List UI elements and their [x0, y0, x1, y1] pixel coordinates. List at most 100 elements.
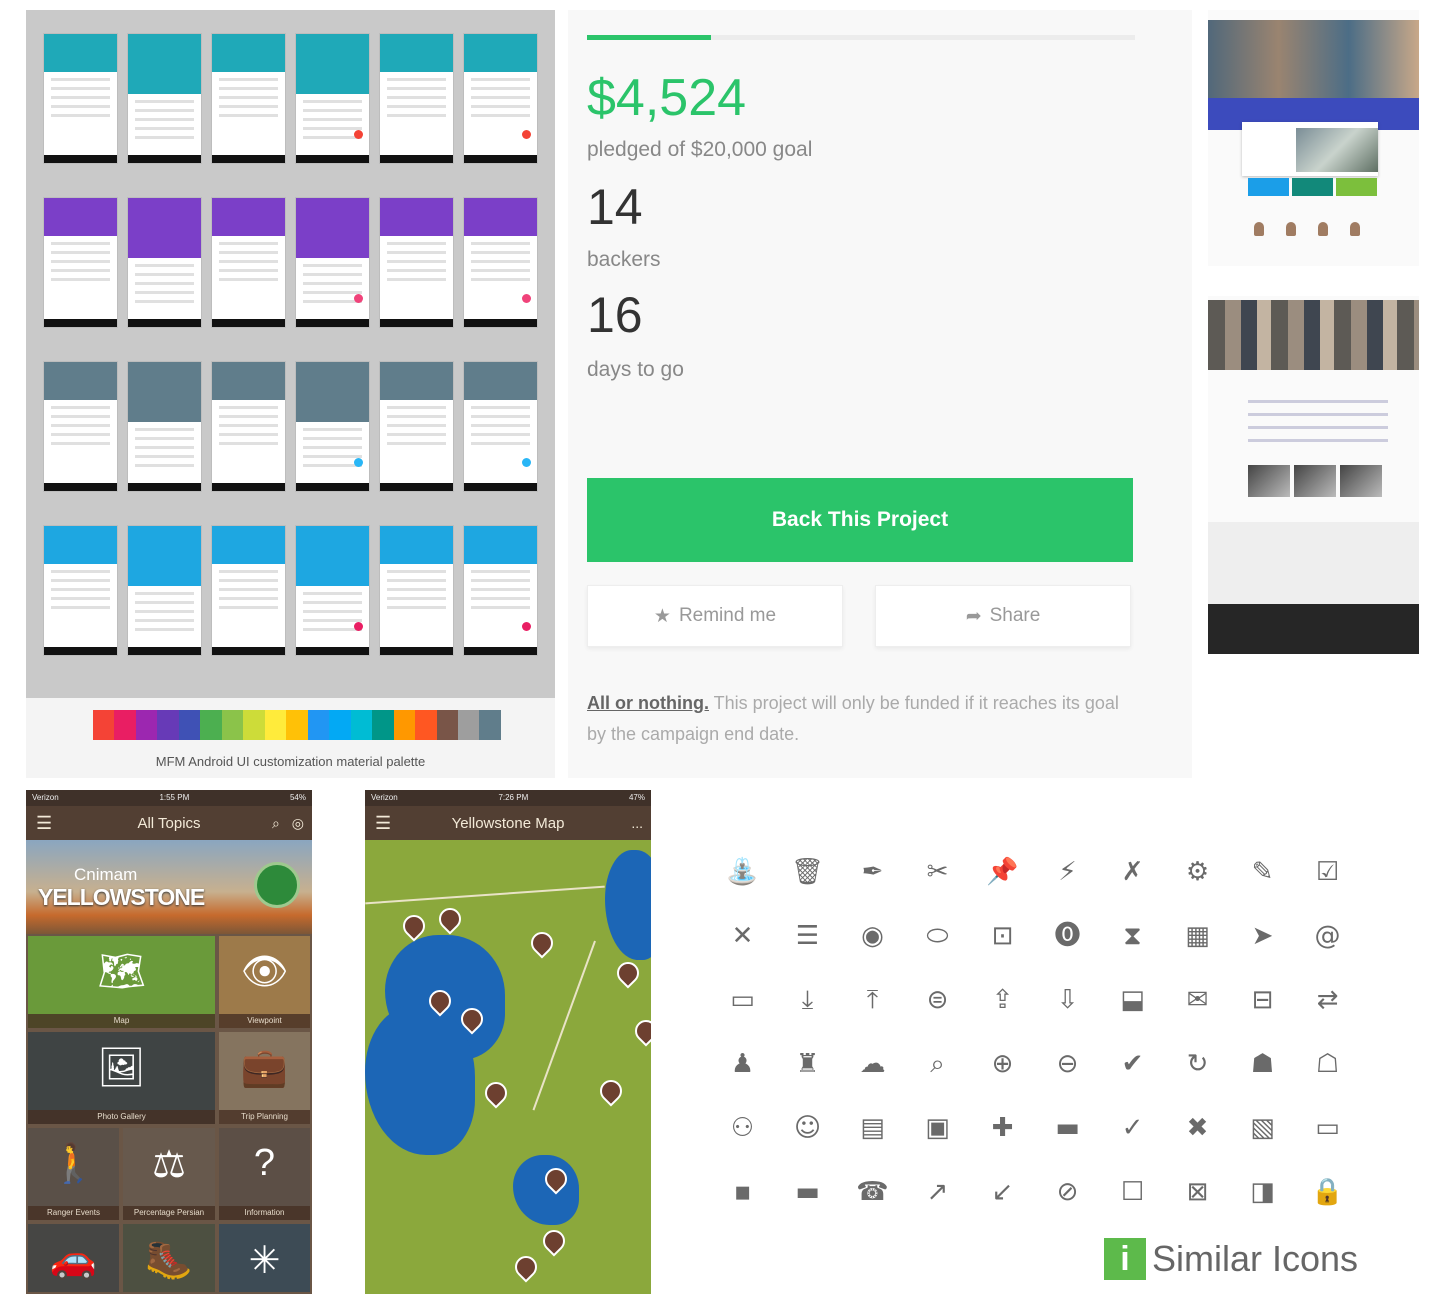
glyph-icon: ⛲: [726, 857, 759, 887]
similar-icons-sheet: ⛲ 🗑 ✒ ✂ 📌 ⚡ ✗ ⚙ ✎ ☑ ✕ ☰ ◉ ⬭ ⊡ ⓿ ⧗ ▦ ➤ @ ▭ ⤓ ⤒ ⊜ ⇪ ⇩ ⬓ ✉ ⊟ ⇄ ♟ ♜ ☁ ⌕ ⊕ ⊖ ✔ ↻ ☗ ☖…: [700, 840, 1400, 1294]
topic-tile[interactable]: 🚶 Ranger Events: [26, 1126, 121, 1222]
glyph-icon: ✚: [991, 1113, 1014, 1143]
palette-swatch: [93, 710, 115, 740]
topic-tile[interactable]: 🥾: [121, 1222, 217, 1294]
topic-tile[interactable]: ✳: [217, 1222, 312, 1294]
glyph-icon: 🗑: [790, 857, 824, 887]
map-pin-icon[interactable]: [595, 1075, 627, 1107]
phone-mockup: [44, 362, 117, 491]
glyph-icon: 📌: [986, 857, 1019, 887]
nav-title: Yellowstone Map: [451, 814, 565, 832]
topic-caption: Trip Planning: [219, 1110, 310, 1124]
phone-mockup: [44, 34, 117, 163]
topic-tile[interactable]: ? Information: [217, 1126, 312, 1222]
glyph-icon: ✗: [1121, 857, 1144, 887]
color-palette-strip: [93, 710, 501, 740]
phone-mockup: [212, 198, 285, 327]
map-pin-icon[interactable]: [510, 1251, 542, 1283]
palette-swatch: [221, 710, 244, 740]
feature-tile: [1336, 178, 1377, 196]
phone-mockup: [296, 362, 369, 491]
topic-tile[interactable]: 🗺 Map: [26, 934, 217, 1030]
remind-me-button[interactable]: ★ Remind me: [587, 585, 843, 647]
share-icon: ➦: [965, 605, 982, 627]
phone-mockup: [212, 362, 285, 491]
yellowstone-map-screen[interactable]: Verizon 7:26 PM 47% ☰ Yellowstone Map ..…: [365, 790, 651, 1294]
glyph-icon: ▭: [1315, 1113, 1340, 1143]
palette-swatch: [178, 710, 201, 740]
share-button[interactable]: ➦ Share: [875, 585, 1131, 647]
site-footer: [1208, 604, 1419, 654]
days-count: 16: [587, 287, 643, 343]
map-icon: 🗺: [97, 951, 146, 993]
glyph-icon: ↙: [991, 1177, 1014, 1207]
glyph-icon: 🔒: [1311, 1177, 1344, 1207]
chat-icon[interactable]: ◎: [292, 815, 304, 832]
glyph-icon: ⚇: [730, 1113, 755, 1143]
glyph-icon: ⚡: [1058, 857, 1077, 887]
topic-tile[interactable]: 🖼 Photo Gallery: [26, 1030, 217, 1126]
website-screenshot-tile[interactable]: [1208, 10, 1419, 654]
map-pin-icon[interactable]: [538, 1225, 570, 1257]
battery: 54%: [289, 793, 306, 802]
map-pin-icon[interactable]: [480, 1077, 512, 1109]
funding-progress-fill: [587, 35, 711, 40]
palette-swatch: [157, 710, 179, 740]
topic-tile[interactable]: ⚖ Percentage Persian: [121, 1126, 217, 1222]
glyph-icon: ✖: [1186, 1113, 1209, 1143]
glyph-icon: ✒: [861, 857, 884, 887]
yellowstone-topics-screen[interactable]: Verizon 1:55 PM 54% ☰ All Topics ⌕ ◎ Cnim…: [26, 790, 312, 1294]
glyph-icon: ▣: [925, 1113, 950, 1143]
phone-mockup: [128, 526, 201, 655]
android-ui-palette-tile[interactable]: MFM Android UI customization material pa…: [26, 10, 555, 778]
glyph-icon: ☎: [856, 1177, 889, 1207]
glyph-icon: ⬭: [926, 921, 949, 951]
photo-gallery: [1248, 465, 1382, 497]
more-icon[interactable]: ...: [631, 815, 643, 831]
topic-tile[interactable]: 💼 Trip Planning: [217, 1030, 312, 1126]
pledged-label: pledged of $20,000 goal: [587, 138, 813, 161]
phone-mockup: [380, 198, 453, 327]
ranger-icon: 🚶: [49, 1143, 98, 1185]
all-or-nothing-link[interactable]: All or nothing.: [587, 693, 709, 713]
topic-tile[interactable]: 👁 Viewpoint: [217, 934, 312, 1030]
palette-swatch: [415, 710, 437, 740]
phone-mockup: [380, 526, 453, 655]
menu-icon[interactable]: ☰: [36, 813, 52, 834]
phone-mockup: [44, 198, 117, 327]
topic-tile[interactable]: 🚗: [26, 1222, 121, 1294]
glyph-icon: ⊕: [991, 1049, 1014, 1079]
phone-mockup: [380, 34, 453, 163]
glyph-icon: ◉: [861, 921, 884, 951]
menu-icon[interactable]: ☰: [375, 813, 391, 834]
palette-swatch: [200, 710, 222, 740]
glyph-icon: ☑: [1315, 857, 1340, 887]
map-pin-icon[interactable]: [612, 957, 644, 989]
glyph-icon: ⇄: [1316, 985, 1339, 1015]
similar-icons-logo: i Similar Icons: [1104, 1238, 1358, 1280]
gallery-image: [1340, 465, 1382, 497]
glyph-icon: ⇩: [1056, 985, 1079, 1015]
map-pin-icon[interactable]: [526, 927, 558, 959]
nav-bar: ☰ All Topics ⌕ ◎: [26, 806, 312, 840]
glyph-icon: ✎: [1251, 857, 1274, 887]
glyph-icon: ☺: [793, 1113, 822, 1143]
topic-caption: Photo Gallery: [28, 1110, 215, 1124]
phone-mockup: [464, 198, 537, 327]
park-badge-icon: [254, 862, 300, 908]
brand-text: Similar Icons: [1152, 1238, 1359, 1279]
glyph-icon: ☗: [1250, 1049, 1275, 1079]
phone-mockup: [44, 526, 117, 655]
map-pin-icon[interactable]: [434, 903, 466, 935]
pledged-amount: $4,524: [587, 69, 747, 127]
carrier: Verizon: [371, 793, 398, 802]
map-pin-icon[interactable]: [630, 1015, 651, 1047]
phone-mockup: [464, 526, 537, 655]
search-icon[interactable]: ⌕: [272, 815, 280, 832]
palette-swatch: [329, 710, 351, 740]
glyph-icon: ↻: [1186, 1049, 1209, 1079]
lake: [365, 1005, 475, 1155]
remind-me-label: Remind me: [678, 605, 777, 626]
avatar: [1286, 222, 1296, 236]
back-project-button[interactable]: Back This Project: [587, 478, 1133, 562]
